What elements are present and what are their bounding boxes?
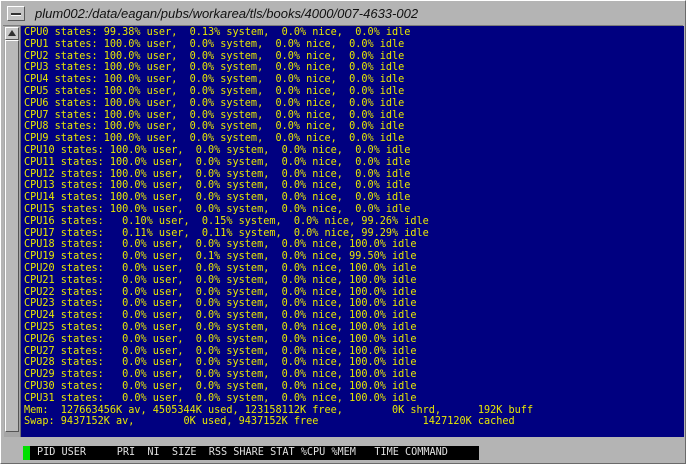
scroll-thumb[interactable] xyxy=(5,40,19,432)
terminal-line: CPU16 states: 0.10% user, 0.15% system, … xyxy=(24,215,429,227)
terminal-line: CPU31 states: 0.0% user, 0.0% system, 0.… xyxy=(24,392,417,404)
terminal-line: CPU23 states: 0.0% user, 0.0% system, 0.… xyxy=(24,298,417,310)
terminal-line: CPU12 states: 100.0% user, 0.0% system, … xyxy=(24,168,411,180)
memory-line: Mem: 127663456K av, 4505344K used, 12315… xyxy=(24,404,534,416)
terminal-cursor xyxy=(23,446,30,460)
window-menu-button[interactable] xyxy=(7,6,25,21)
terminal-line: CPU3 states: 100.0% user, 0.0% system, 0… xyxy=(24,62,405,74)
terminal-line: CPU26 states: 0.0% user, 0.0% system, 0.… xyxy=(24,333,417,345)
scroll-up-button[interactable] xyxy=(5,27,19,40)
swap-line: Swap: 9437152K av, 0K used, 9437152K fre… xyxy=(24,416,515,428)
scroll-up-arrow-icon xyxy=(8,30,16,36)
terminal-line: CPU2 states: 100.0% user, 0.0% system, 0… xyxy=(24,50,405,62)
terminal-line: CPU22 states: 0.0% user, 0.0% system, 0.… xyxy=(24,286,417,298)
terminal-line: CPU13 states: 100.0% user, 0.0% system, … xyxy=(24,180,411,192)
window-menu-icon xyxy=(11,13,21,15)
terminal-line: CPU4 states: 100.0% user, 0.0% system, 0… xyxy=(24,74,405,86)
terminal-line: CPU21 states: 0.0% user, 0.0% system, 0.… xyxy=(24,274,417,286)
window-title: plum002:/data/eagan/pubs/workarea/tls/bo… xyxy=(35,6,419,21)
terminal-line: CPU7 states: 100.0% user, 0.0% system, 0… xyxy=(24,109,405,121)
terminal-line: CPU25 states: 0.0% user, 0.0% system, 0.… xyxy=(24,321,417,333)
terminal-line: CPU19 states: 0.0% user, 0.1% system, 0.… xyxy=(24,251,417,263)
vertical-scrollbar[interactable] xyxy=(4,26,21,437)
terminal-output[interactable]: CPU0 states: 99.38% user, 0.13% system, … xyxy=(21,26,684,437)
terminal-line: CPU10 states: 100.0% user, 0.0% system, … xyxy=(24,144,411,156)
terminal-line: CPU8 states: 100.0% user, 0.0% system, 0… xyxy=(24,121,405,133)
terminal-line: CPU18 states: 0.0% user, 0.0% system, 0.… xyxy=(24,239,417,251)
terminal-line: CPU27 states: 0.0% user, 0.0% system, 0.… xyxy=(24,345,417,357)
terminal-line: CPU11 states: 100.0% user, 0.0% system, … xyxy=(24,156,411,168)
status-area: PID USER PRI NI SIZE RSS SHARE STAT %CPU… xyxy=(21,437,684,463)
terminal-line: CPU24 states: 0.0% user, 0.0% system, 0.… xyxy=(24,310,417,322)
terminal-line: CPU14 states: 100.0% user, 0.0% system, … xyxy=(24,192,411,204)
terminal-line: CPU28 states: 0.0% user, 0.0% system, 0.… xyxy=(24,357,417,369)
terminal-lines: CPU0 states: 99.38% user, 0.13% system, … xyxy=(24,27,533,428)
title-bar[interactable]: plum002:/data/eagan/pubs/workarea/tls/bo… xyxy=(3,3,683,26)
terminal-line: CPU5 states: 100.0% user, 0.0% system, 0… xyxy=(24,85,405,97)
terminal-line: CPU1 states: 100.0% user, 0.0% system, 0… xyxy=(24,38,405,50)
terminal-line: CPU29 states: 0.0% user, 0.0% system, 0.… xyxy=(24,369,417,381)
terminal-line: CPU15 states: 100.0% user, 0.0% system, … xyxy=(24,203,411,215)
process-column-headers: PID USER PRI NI SIZE RSS SHARE STAT %CPU… xyxy=(37,447,448,458)
terminal-line: CPU0 states: 99.38% user, 0.13% system, … xyxy=(24,27,411,38)
terminal-line: CPU20 states: 0.0% user, 0.0% system, 0.… xyxy=(24,262,417,274)
terminal-line: CPU30 states: 0.0% user, 0.0% system, 0.… xyxy=(24,380,417,392)
terminal-line: CPU17 states: 0.11% user, 0.11% system, … xyxy=(24,227,429,239)
terminal-line: CPU6 states: 100.0% user, 0.0% system, 0… xyxy=(24,97,405,109)
process-header-line[interactable]: PID USER PRI NI SIZE RSS SHARE STAT %CPU… xyxy=(23,446,479,460)
terminal-window: plum002:/data/eagan/pubs/workarea/tls/bo… xyxy=(0,0,686,464)
terminal-line: CPU9 states: 100.0% user, 0.0% system, 0… xyxy=(24,133,405,145)
